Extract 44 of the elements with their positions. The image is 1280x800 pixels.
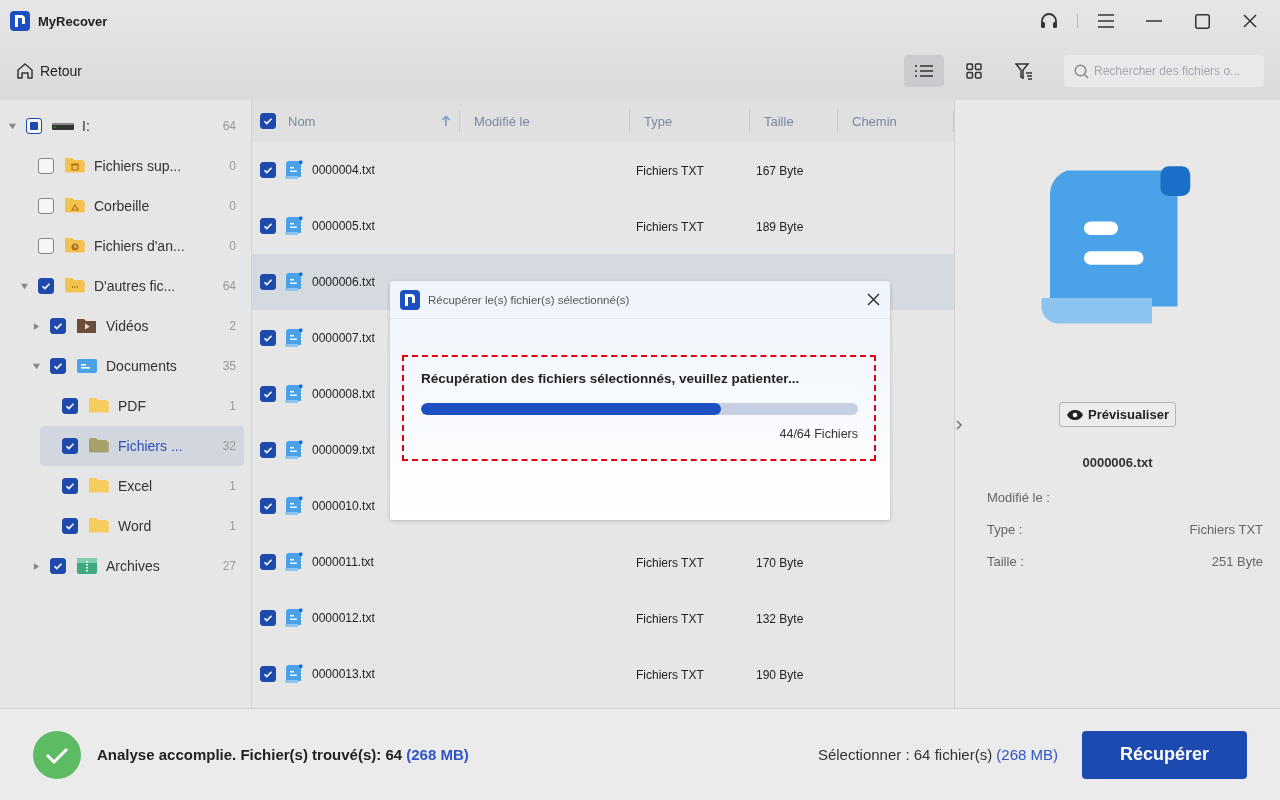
file-size: 190 Byte — [756, 668, 804, 682]
file-name: 0000010.txt — [312, 499, 375, 513]
item-count: 64 — [222, 279, 236, 293]
file-size: 189 Byte — [756, 220, 804, 234]
app-title: MyRecover — [38, 13, 108, 29]
preview-file-name: 0000006.txt — [1082, 455, 1153, 470]
file-type: Fichiers TXT — [636, 612, 704, 626]
detail-value: 251 Byte — [1211, 554, 1263, 569]
detail-label: Modifié le : — [987, 490, 1050, 505]
item-count: 35 — [222, 359, 236, 373]
item-count: 32 — [222, 439, 236, 453]
progress-count: 44/64 Fichiers — [779, 427, 858, 441]
dialog-title: Récupérer le(s) fichier(s) sélectionné(s) — [428, 293, 631, 306]
item-count: 1 — [229, 479, 236, 493]
file-type: Fichiers TXT — [636, 668, 704, 682]
file-type: Fichiers TXT — [636, 556, 704, 570]
file-size: 167 Byte — [756, 164, 804, 178]
file-name: 0000012.txt — [312, 611, 375, 625]
item-count: 0 — [229, 199, 236, 213]
file-name: 0000011.txt — [312, 555, 374, 569]
detail-value: Fichiers TXT — [1189, 522, 1263, 537]
item-count: 0 — [229, 159, 236, 173]
item-count: 0 — [229, 239, 236, 253]
item-count: 2 — [229, 319, 236, 333]
file-size: 132 Byte — [756, 612, 804, 626]
selection-summary: Sélectionner : 64 fichier(s) (268 MB) — [817, 746, 1058, 763]
file-size: 170 Byte — [756, 556, 804, 570]
file-name: 0000009.txt — [312, 443, 375, 457]
file-name: 0000005.txt — [312, 219, 375, 233]
file-type: Fichiers TXT — [636, 164, 704, 178]
scan-status-text: Analyse accomplie. Fichier(s) trouvé(s): 64 (268 MB) — [97, 746, 469, 763]
file-type: Fichiers TXT — [636, 220, 704, 234]
file-name: 0000013.txt — [312, 667, 375, 681]
file-name: 0000006.txt — [312, 275, 375, 289]
item-count: 64 — [222, 119, 236, 133]
file-name: 0000008.txt — [312, 387, 375, 401]
item-count: 1 — [229, 519, 236, 533]
item-count: 27 — [222, 559, 236, 573]
progress-message: Récupération des fichiers sélectionnés, veuillez patienter... — [421, 371, 801, 386]
detail-label: Type : — [987, 522, 1023, 537]
file-name: 0000007.txt — [312, 331, 375, 345]
item-count: 1 — [229, 399, 236, 413]
detail-label: Taille : — [987, 554, 1024, 569]
file-name: 0000004.txt — [312, 163, 375, 177]
